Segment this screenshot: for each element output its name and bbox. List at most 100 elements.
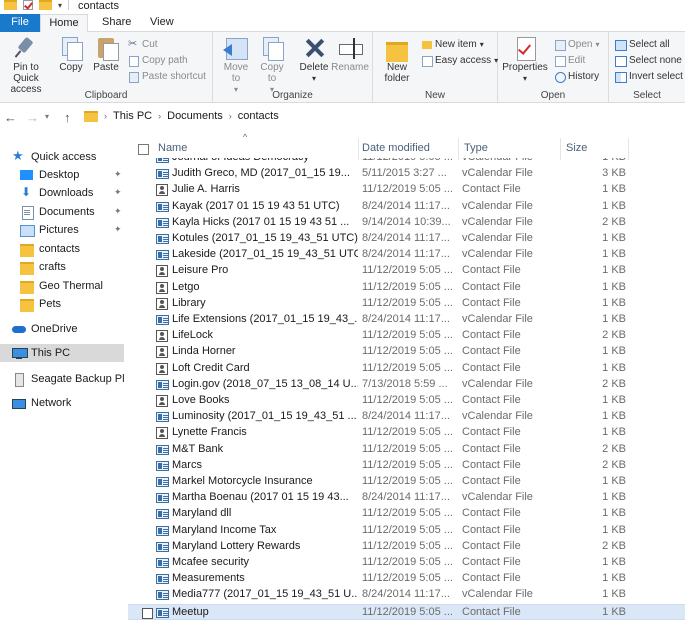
select-all-button[interactable]: Select all	[615, 37, 670, 51]
nav-desktop[interactable]: Desktop	[0, 166, 124, 184]
up-arrow-icon[interactable]: ↑	[64, 110, 71, 125]
table-row[interactable]: Linda Horner 11/12/2019 5:05 ... Contact F…	[128, 344, 685, 360]
move-to-button[interactable]: Move to ▾	[219, 36, 253, 95]
table-row[interactable]: Kayak (2017 01 15 19 43 51 UTC) 8/24/2014…	[128, 199, 685, 215]
table-row[interactable]: Mcafee security 11/12/2019 5:05 ... Contac…	[128, 555, 685, 571]
customize-toolbar-chevron-icon[interactable]: ▾	[58, 1, 62, 10]
table-row[interactable]: Markel Motorcycle Insurance 11/12/2019 5:…	[128, 474, 685, 490]
nav-geo-thermal[interactable]: Geo Thermal	[0, 277, 124, 295]
table-row[interactable]: Love Books 11/12/2019 5:05 ... Contact Fil…	[128, 393, 685, 409]
forward-arrow-icon[interactable]: →	[26, 110, 39, 125]
table-row[interactable]: Life Extensions (2017_01_15 19_43_... 8/2…	[128, 312, 685, 328]
breadcrumb-contacts[interactable]: contacts	[238, 110, 279, 122]
breadcrumb[interactable]: › This PC › Documents › contacts	[84, 110, 279, 122]
chevron-right-icon[interactable]: ›	[158, 111, 161, 121]
nav-contacts[interactable]: contacts	[0, 240, 124, 258]
table-row[interactable]: Kotules (2017_01_15 19_43_51 UTC) 8/24/20…	[128, 231, 685, 247]
pictures-icon	[20, 224, 35, 237]
breadcrumb-this-pc[interactable]: This PC	[113, 110, 152, 122]
select-all-checkbox[interactable]	[138, 144, 149, 155]
table-row[interactable]: Library 11/12/2019 5:05 ... Contact File 1 …	[128, 296, 685, 312]
paste-button[interactable]: Paste	[90, 36, 122, 73]
nav-documents[interactable]: Documents	[0, 203, 124, 221]
chevron-right-icon[interactable]: ›	[104, 111, 107, 121]
nav-downloads[interactable]: Downloads	[0, 184, 124, 202]
column-size[interactable]: Size	[566, 142, 587, 154]
new-item-button[interactable]: New item ▾	[421, 37, 484, 51]
column-divider[interactable]	[458, 138, 459, 160]
table-row[interactable]: Login.gov (2018_07_15 13_08_14 U... 7/13/…	[128, 377, 685, 393]
table-row[interactable]: Meetup 11/12/2019 5:05 ... Contact File 1 K…	[128, 603, 685, 620]
copy-to-button[interactable]: Copy to ▾	[255, 36, 289, 95]
nav-onedrive[interactable]: OneDrive	[0, 320, 124, 338]
table-row[interactable]: Julie A. Harris 11/12/2019 5:05 ... Contac…	[128, 182, 685, 198]
history-button[interactable]: History	[554, 69, 599, 83]
table-row[interactable]: Maryland dll 11/12/2019 5:05 ... Contact F…	[128, 506, 685, 522]
table-row[interactable]: Kayla Hicks (2017 01 15 19 43 51 ... 9/14…	[128, 215, 685, 231]
delete-button[interactable]: Delete ▾	[297, 36, 331, 84]
file-date-modified: 11/12/2019 5:05 ...	[362, 296, 453, 309]
column-divider[interactable]	[628, 138, 629, 160]
table-row[interactable]: Measurements 11/12/2019 5:05 ... Contact F…	[128, 571, 685, 587]
table-row[interactable]: Media777 (2017_01_15 19_43_51 U... 8/24/2…	[128, 587, 685, 603]
pin-icon[interactable]: ✦	[114, 224, 122, 235]
rename-button[interactable]: Rename	[331, 36, 369, 73]
column-name[interactable]: Name	[158, 142, 187, 154]
table-row[interactable]: Journal of Ideas Democracy 11/12/2019 5:0…	[128, 158, 685, 166]
pin-icon[interactable]: ✦	[114, 206, 122, 217]
nav-seagate-backup[interactable]: Seagate Backup Plu	[0, 370, 124, 388]
table-row[interactable]: Martha Boenau (2017 01 15 19 43... 8/24/2…	[128, 490, 685, 506]
vcalendar-file-icon	[156, 412, 169, 423]
invert-selection-button[interactable]: Invert select	[615, 69, 683, 83]
column-divider[interactable]	[560, 138, 561, 160]
copy-path-button[interactable]: Copy path	[128, 53, 188, 67]
tab-file[interactable]: File	[0, 14, 40, 32]
table-row[interactable]: LifeLock 11/12/2019 5:05 ... Contact File 2…	[128, 328, 685, 344]
breadcrumb-documents[interactable]: Documents	[167, 110, 223, 122]
new-folder-button[interactable]: New folder	[377, 36, 417, 84]
file-date-modified: 8/24/2014 11:17...	[362, 313, 450, 325]
cut-button[interactable]: Cut	[128, 37, 158, 51]
copy-button[interactable]: Copy	[56, 36, 86, 73]
pin-to-quick-access-button[interactable]: Pin to Quick access	[0, 36, 52, 95]
table-row[interactable]: Loft Credit Card 11/12/2019 5:05 ... Conta…	[128, 361, 685, 377]
table-row[interactable]: Leisure Pro 11/12/2019 5:05 ... Contact Fi…	[128, 263, 685, 279]
nav-pets[interactable]: Pets	[0, 295, 124, 313]
nav-crafts[interactable]: crafts	[0, 258, 124, 276]
table-row[interactable]: Marcs 11/12/2019 5:05 ... Contact File 2 KB	[128, 458, 685, 474]
table-row[interactable]: Letgo 11/12/2019 5:05 ... Contact File 1 KB	[128, 280, 685, 296]
tab-home[interactable]: Home	[40, 14, 88, 32]
easy-access-button[interactable]: Easy access ▾	[421, 53, 498, 67]
nav-quick-access[interactable]: Quick access	[0, 148, 124, 166]
column-type[interactable]: Type	[464, 142, 488, 154]
table-row[interactable]: Lakeside (2017_01_15 19_43_51 UTC) 8/24/2…	[128, 247, 685, 263]
pin-icon[interactable]: ✦	[114, 187, 122, 198]
tab-view[interactable]: View	[140, 14, 184, 32]
file-type: Contact File	[462, 183, 521, 196]
open-button[interactable]: Open ▾	[554, 37, 599, 51]
tab-share[interactable]: Share	[92, 14, 141, 32]
chevron-right-icon[interactable]: ›	[229, 111, 232, 121]
table-row[interactable]: M&T Bank 11/12/2019 5:05 ... Contact File 2…	[128, 442, 685, 458]
back-arrow-icon[interactable]: ←	[4, 110, 17, 125]
table-row[interactable]: Lynette Francis 11/12/2019 5:05 ... Contac…	[128, 425, 685, 441]
nav-network[interactable]: Network	[0, 394, 124, 412]
table-row[interactable]: Maryland Lottery Rewards 11/12/2019 5:05 …	[128, 539, 685, 555]
row-checkbox[interactable]	[142, 607, 153, 619]
scissors-icon	[128, 37, 139, 50]
nav-this-pc[interactable]: This PC	[0, 344, 124, 362]
table-row[interactable]: Judith Greco, MD (2017_01_15 19... 5/11/2…	[128, 166, 685, 182]
edit-button[interactable]: Edit	[554, 53, 585, 67]
select-none-button[interactable]: Select none	[615, 53, 682, 67]
properties-button[interactable]: Properties ▾	[500, 36, 550, 84]
new-folder-icon[interactable]	[39, 0, 52, 10]
properties-icon[interactable]	[23, 0, 33, 10]
nav-pictures[interactable]: Pictures	[0, 221, 124, 239]
pin-icon[interactable]: ✦	[114, 169, 122, 180]
recent-locations-chevron-icon[interactable]: ▾	[45, 112, 49, 121]
column-date-modified[interactable]: Date modified	[362, 142, 430, 154]
paste-shortcut-button[interactable]: Paste shortcut	[128, 69, 206, 83]
column-divider[interactable]	[358, 138, 359, 160]
table-row[interactable]: Luminosity (2017_01_15 19_43_51 ... 8/24/…	[128, 409, 685, 425]
table-row[interactable]: Maryland Income Tax 11/12/2019 5:05 ... Co…	[128, 523, 685, 539]
